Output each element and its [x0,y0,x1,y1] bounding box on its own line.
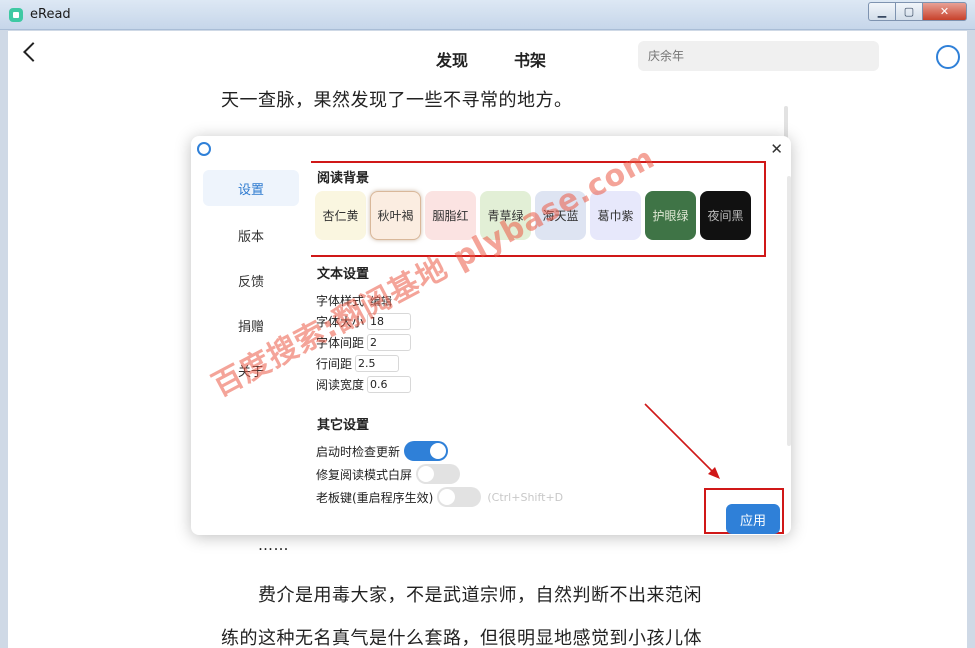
close-window-button[interactable]: ✕ [922,2,967,21]
window-controls: ▁ ▢ ✕ [868,2,967,22]
window-title: eRead [30,7,71,22]
annotation-arrow-icon [644,403,720,479]
maximize-button[interactable]: ▢ [895,2,922,21]
minimize-button[interactable]: ▁ [868,2,895,21]
app-client-area: 发现 书架 天一查脉，果然发现了一些不寻常的地方。 …… 费介是用毒大家，不是武… [8,31,967,648]
window-titlebar: eRead ▁ ▢ ✕ [0,0,975,30]
eread-app-icon [9,8,23,22]
